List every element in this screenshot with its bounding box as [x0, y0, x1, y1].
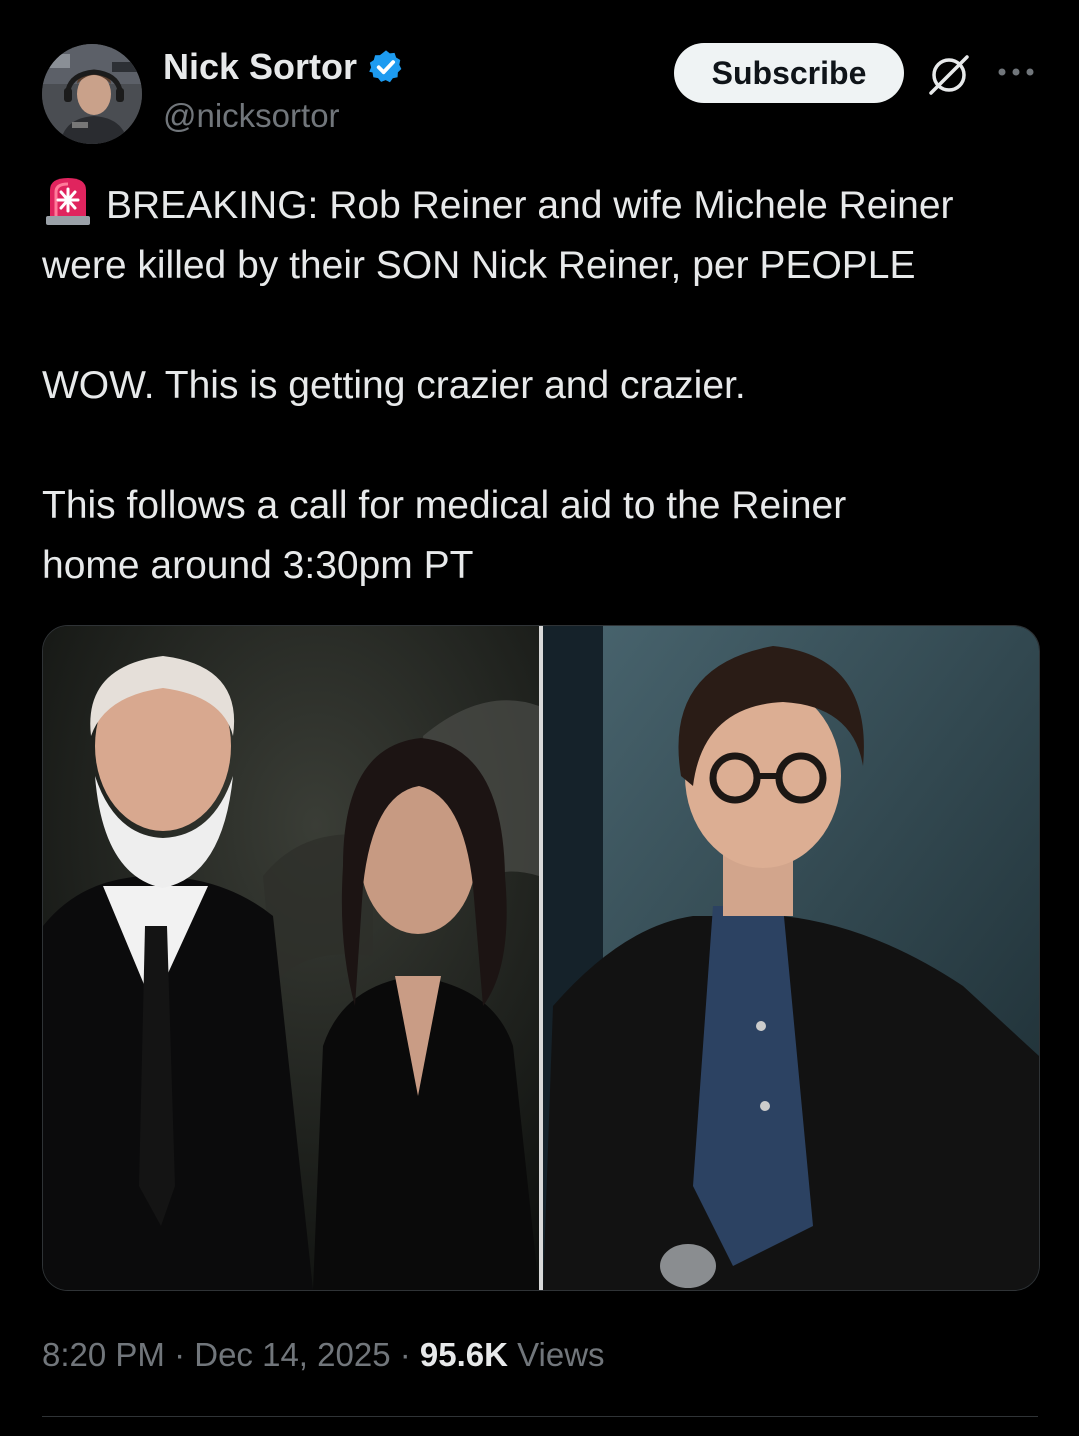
tweet-meta: 8:20 PM · Dec 14, 2025 · 95.6K Views	[42, 1333, 605, 1377]
bottom-divider	[42, 1416, 1038, 1417]
user-handle[interactable]: @nicksortor	[163, 96, 340, 136]
tweet-text-line-1: BREAKING: Rob Reiner and wife Michele Re…	[106, 184, 954, 227]
tweet-line-2: were killed by their SON Nick Reiner, pe…	[42, 244, 916, 287]
photo-son[interactable]	[543, 626, 1039, 1290]
display-name[interactable]: Nick Sortor	[163, 46, 357, 88]
tweet-line-5: home around 3:30pm PT	[42, 544, 474, 587]
tweet-line-3: WOW. This is getting crazier and crazier…	[42, 364, 746, 407]
grok-icon[interactable]	[924, 50, 974, 100]
tweet-line-4: This follows a call for medical aid to t…	[42, 484, 847, 527]
meta-separator: ·	[390, 1336, 420, 1373]
views-count[interactable]: 95.6K	[420, 1336, 508, 1373]
verified-badge-icon[interactable]	[367, 48, 405, 86]
tweet-time[interactable]: 8:20 PM	[42, 1336, 165, 1373]
tweet-body: BREAKING: Rob Reiner and wife Michele Re…	[42, 176, 1042, 596]
views-label: Views	[507, 1336, 605, 1373]
meta-separator: ·	[164, 1336, 195, 1373]
avatar-image	[42, 44, 142, 144]
photo-couple[interactable]	[43, 626, 539, 1290]
name-row: Nick Sortor	[163, 46, 405, 88]
user-avatar[interactable]	[42, 44, 142, 144]
siren-icon	[46, 178, 90, 225]
tweet-date[interactable]: Dec 14, 2025	[194, 1336, 390, 1373]
more-options-icon[interactable]	[996, 60, 1036, 84]
tweet-header: Nick Sortor @nicksortor Subscribe	[0, 0, 1079, 160]
tweet-media[interactable]	[42, 625, 1040, 1291]
subscribe-button[interactable]: Subscribe	[674, 43, 904, 103]
tweet-line-1: BREAKING: Rob Reiner and wife Michele Re…	[42, 176, 1042, 236]
